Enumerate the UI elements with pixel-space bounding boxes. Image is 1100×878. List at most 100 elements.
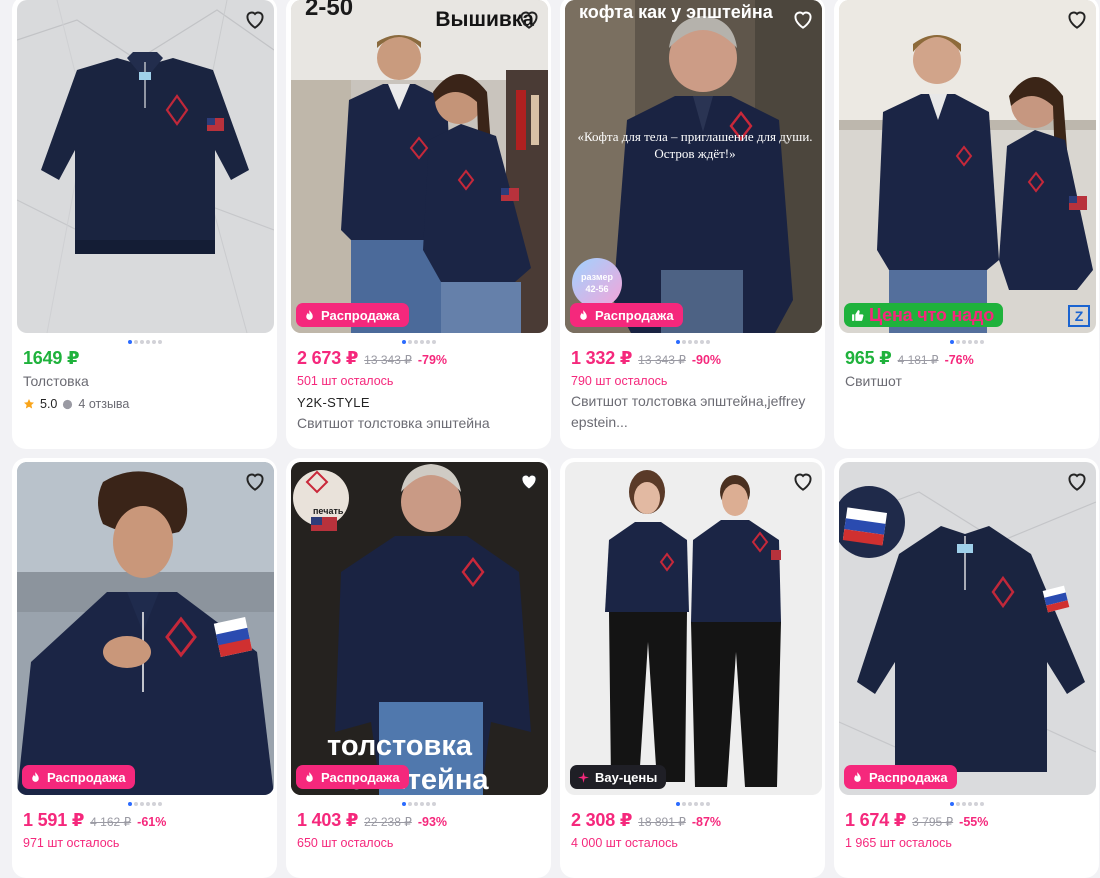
favorite-heart-icon[interactable]: [242, 468, 268, 494]
product-price: 1649 ₽: [23, 348, 80, 368]
discount: -87%: [691, 815, 722, 829]
old-price: 4 162 ₽: [90, 815, 132, 829]
product-card[interactable]: 1649 ₽ Толстовка 5.0 4 отзыва: [12, 0, 277, 449]
product-price: 2 308 ₽: [571, 810, 633, 830]
photo-carousel-dots: [401, 340, 436, 344]
photo-carousel-dots: [949, 802, 984, 806]
stock-left: 501 шт осталось: [297, 374, 394, 388]
product-photo[interactable]: Распродажа: [839, 462, 1096, 795]
product-card[interactable]: Вау-цены 2 308 ₽ 18 891 ₽ -87% 4 000 шт …: [560, 458, 825, 878]
discount: -90%: [691, 353, 722, 367]
discount: -93%: [417, 815, 448, 829]
photo-carousel-dots: [127, 340, 162, 344]
reviews-icon: [63, 399, 73, 409]
product-brand[interactable]: Y2K-STYLE: [297, 395, 543, 410]
flame-icon: [577, 309, 590, 322]
badge-label: Распродажа: [595, 307, 674, 323]
wow-price-badge: Вау-цены: [570, 765, 667, 789]
flame-icon: [29, 771, 42, 784]
thumbs-up-icon: [851, 309, 864, 322]
badge-label: Распродажа: [869, 769, 948, 785]
product-photo[interactable]: Распродажа: [17, 462, 274, 795]
sale-badge: Распродажа: [570, 303, 683, 327]
favorite-heart-icon[interactable]: [1064, 468, 1090, 494]
sparkle-icon: [577, 771, 590, 784]
overlay-quote: «Кофта для тела – приглашение для души. …: [577, 129, 813, 161]
photo-carousel-dots: [401, 802, 436, 806]
old-price: 4 181 ₽: [897, 353, 939, 367]
product-price: 2 673 ₽: [297, 348, 359, 368]
badge-label: Распродажа: [321, 307, 400, 323]
old-price: 13 343 ₽: [364, 353, 412, 367]
favorite-heart-icon[interactable]: [790, 468, 816, 494]
badge-label: Распродажа: [47, 769, 126, 785]
stock-left: 971 шт осталось: [23, 836, 120, 850]
product-title[interactable]: Свитшот: [845, 371, 1091, 392]
size-range-sticker: размер 42-56: [572, 258, 622, 308]
product-title[interactable]: Свитшот толстовка эпштейна: [297, 413, 543, 434]
product-card[interactable]: Распродажа 1 591 ₽ 4 162 ₽ -61% 971 шт о…: [12, 458, 277, 878]
favorite-heart-icon[interactable]: [516, 468, 542, 494]
rating-value: 5.0: [40, 397, 58, 411]
old-price: 13 343 ₽: [638, 353, 686, 367]
product-card[interactable]: кофта как у эпштейна «Кофта для тела – п…: [560, 0, 825, 449]
discount: -79%: [417, 353, 448, 367]
favorite-heart-icon[interactable]: [242, 6, 268, 32]
flame-icon: [303, 771, 316, 784]
badge-label: Цена что надо: [869, 304, 994, 325]
discount: -55%: [959, 815, 989, 829]
sale-badge: Распродажа: [296, 765, 409, 789]
badge-label: Распродажа: [321, 769, 400, 785]
product-card[interactable]: Z Цена что надо 965 ₽ 4 181 ₽ -76% Свитш…: [834, 0, 1099, 449]
discount: -61%: [137, 815, 167, 829]
favorite-heart-icon[interactable]: [790, 6, 816, 32]
product-title[interactable]: Свитшот толстовка эпштейна,jeffrey epste…: [571, 391, 817, 433]
star-icon: [24, 399, 34, 409]
product-price: 1 674 ₽: [845, 810, 907, 830]
product-photo[interactable]: 2-50 Вышивка Распродажа: [291, 0, 548, 333]
photo-carousel-dots: [949, 340, 984, 344]
product-photo[interactable]: печать толстовка эпштейна Распродажа: [291, 462, 548, 795]
sale-badge: Распродажа: [22, 765, 135, 789]
product-photo[interactable]: Z Цена что надо: [839, 0, 1096, 333]
photo-carousel-dots: [675, 340, 710, 344]
stock-left: 4 000 шт осталось: [571, 836, 678, 850]
overlay-headline: кофта как у эпштейна: [579, 2, 773, 22]
product-price: 1 591 ₽: [23, 810, 85, 830]
product-photo[interactable]: [17, 0, 274, 333]
flame-icon: [851, 771, 864, 784]
stock-left: 790 шт осталось: [571, 374, 668, 388]
overlay-print-label: печать: [313, 506, 344, 516]
discount: -76%: [944, 353, 974, 367]
product-card[interactable]: Распродажа 1 674 ₽ 3 795 ₽ -55% 1 965 шт…: [834, 458, 1099, 878]
stock-left: 650 шт осталось: [297, 836, 394, 850]
product-grid: 1649 ₽ Толстовка 5.0 4 отзыва 2-50 Вышив…: [12, 0, 1099, 449]
product-card[interactable]: печать толстовка эпштейна Распродажа 1 4…: [286, 458, 551, 878]
reviews-count[interactable]: 4 отзыва: [78, 397, 129, 411]
old-price: 3 795 ₽: [912, 815, 954, 829]
old-price: 22 238 ₽: [364, 815, 412, 829]
sale-badge: Распродажа: [844, 765, 957, 789]
sale-badge: Распродажа: [296, 303, 409, 327]
watermark-logo-icon: Z: [1068, 305, 1090, 327]
photo-carousel-dots: [675, 802, 710, 806]
price-badge: Цена что надо: [844, 303, 1003, 327]
product-photo[interactable]: кофта как у эпштейна «Кофта для тела – п…: [565, 0, 822, 333]
favorite-heart-icon[interactable]: [1064, 6, 1090, 32]
overlay-size-range: 2-50: [305, 0, 354, 21]
product-rating: 5.0 4 отзыва: [23, 397, 269, 411]
product-grid-row-2: Распродажа 1 591 ₽ 4 162 ₽ -61% 971 шт о…: [12, 458, 1099, 878]
product-price: 1 332 ₽: [571, 348, 633, 368]
product-photo[interactable]: Вау-цены: [565, 462, 822, 795]
badge-label: Вау-цены: [595, 769, 658, 785]
size-label: размер: [580, 272, 614, 282]
photo-carousel-dots: [127, 802, 162, 806]
flame-icon: [303, 309, 316, 322]
old-price: 18 891 ₽: [638, 815, 686, 829]
product-title[interactable]: Толстовка: [23, 371, 269, 392]
product-price: 1 403 ₽: [297, 810, 359, 830]
product-card[interactable]: 2-50 Вышивка Распродажа 2 673 ₽ 13 343 ₽…: [286, 0, 551, 449]
stock-left: 1 965 шт осталось: [845, 836, 952, 850]
favorite-heart-icon[interactable]: [516, 6, 542, 32]
product-price: 965 ₽: [845, 348, 892, 368]
